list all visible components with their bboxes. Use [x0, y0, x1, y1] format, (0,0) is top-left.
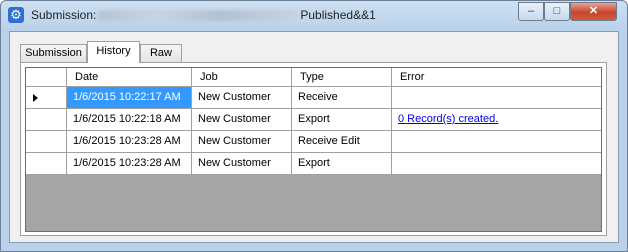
submission-window: ⚙ Submission: Published&&1 – □ ✕ Submissi… — [0, 0, 628, 252]
date-cell[interactable]: 1/6/2015 10:23:28 AM — [67, 131, 192, 152]
column-header-job[interactable]: Job — [192, 68, 292, 86]
title-prefix: Submission: — [31, 8, 97, 22]
date-cell[interactable]: 1/6/2015 10:22:18 AM — [67, 109, 192, 130]
title-bar[interactable]: ⚙ Submission: Published&&1 – □ ✕ — [1, 1, 627, 31]
error-cell[interactable] — [392, 153, 601, 174]
row-header-corner[interactable] — [26, 68, 67, 86]
error-cell[interactable] — [392, 87, 601, 108]
history-panel: Date Job Type Error 1/6/2015 10:22:17 AM… — [20, 62, 607, 236]
row-header[interactable] — [26, 87, 67, 108]
job-cell[interactable]: New Customer — [192, 131, 292, 152]
job-cell[interactable]: New Customer — [192, 87, 292, 108]
redacted-title-segment — [98, 10, 299, 22]
tab-submission[interactable]: Submission — [20, 44, 87, 62]
current-row-arrow-icon — [33, 94, 38, 102]
column-header-type[interactable]: Type — [292, 68, 392, 86]
date-cell[interactable]: 1/6/2015 10:23:28 AM — [67, 153, 192, 174]
row-header[interactable] — [26, 131, 67, 152]
row-header[interactable] — [26, 109, 67, 130]
table-row[interactable]: 1/6/2015 10:23:28 AM New Customer Export — [26, 153, 601, 175]
title-suffix: Published&&1 — [300, 8, 376, 22]
table-row[interactable]: 1/6/2015 10:23:28 AM New Customer Receiv… — [26, 131, 601, 153]
job-cell[interactable]: New Customer — [192, 153, 292, 174]
maximize-button[interactable]: □ — [544, 2, 570, 21]
date-cell[interactable]: 1/6/2015 10:22:17 AM — [67, 87, 192, 108]
type-cell[interactable]: Receive Edit — [292, 131, 392, 152]
minimize-button[interactable]: – — [518, 2, 544, 21]
gear-icon[interactable]: ⚙ — [8, 7, 24, 23]
error-cell[interactable] — [392, 131, 601, 152]
error-link[interactable]: 0 Record(s) created. — [398, 113, 498, 125]
table-row[interactable]: 1/6/2015 10:22:18 AM New Customer Export… — [26, 109, 601, 131]
column-header-error[interactable]: Error — [392, 68, 601, 86]
job-cell[interactable]: New Customer — [192, 109, 292, 130]
row-header[interactable] — [26, 153, 67, 174]
grid-header: Date Job Type Error — [26, 68, 601, 87]
error-cell[interactable]: 0 Record(s) created. — [392, 109, 601, 130]
close-button[interactable]: ✕ — [570, 2, 617, 21]
type-cell[interactable]: Export — [292, 153, 392, 174]
tab-history[interactable]: History — [87, 41, 140, 63]
type-cell[interactable]: Export — [292, 109, 392, 130]
history-grid[interactable]: Date Job Type Error 1/6/2015 10:22:17 AM… — [25, 67, 602, 232]
client-area: Submission History Raw Date Job Type Err… — [9, 31, 619, 243]
table-row[interactable]: 1/6/2015 10:22:17 AM New Customer Receiv… — [26, 87, 601, 109]
column-header-date[interactable]: Date — [67, 68, 192, 86]
window-title: Submission: Published&&1 — [31, 8, 376, 22]
type-cell[interactable]: Receive — [292, 87, 392, 108]
tab-raw[interactable]: Raw — [140, 44, 182, 62]
